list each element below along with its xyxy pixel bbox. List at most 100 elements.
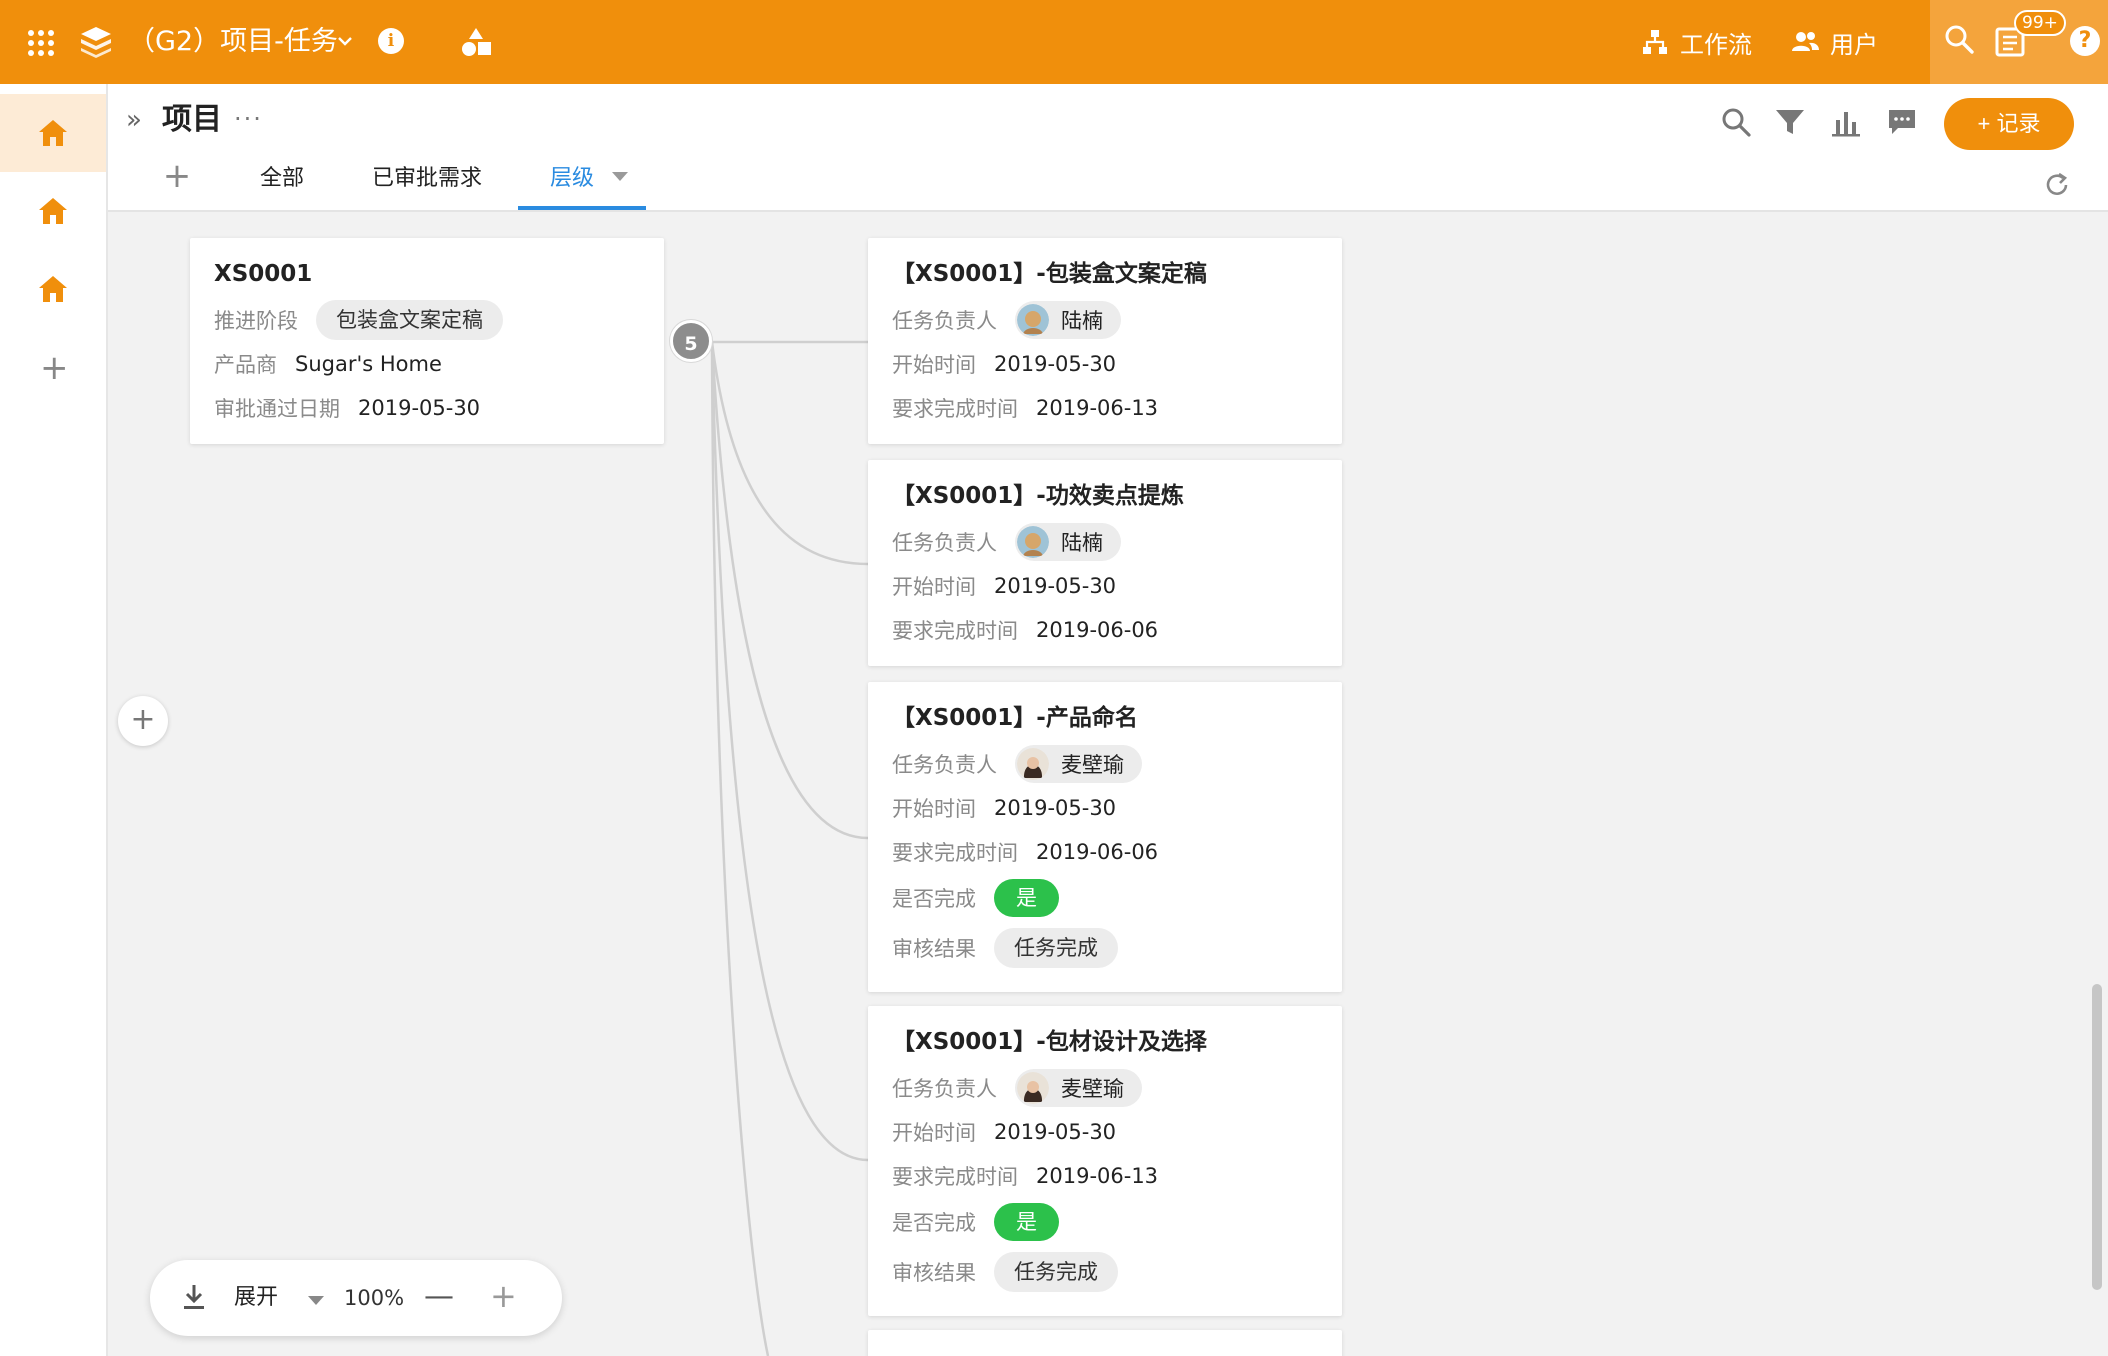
vendor-value: Sugar's Home	[295, 352, 442, 376]
rail-item-home-1[interactable]	[0, 94, 106, 172]
users-button[interactable]: 用户	[1790, 24, 1878, 60]
expand-mode-select[interactable]: 展开	[234, 1282, 278, 1314]
task-title: 【XS0001】-包装盒文案定稿	[892, 261, 1207, 287]
search-icon[interactable]	[1718, 104, 1754, 140]
chevron-down-icon[interactable]	[334, 30, 356, 52]
user-pill[interactable]: 陆楠	[1015, 301, 1121, 339]
due-value: 2019-06-13	[1036, 396, 1159, 420]
due-row: 要求完成时间 2019-06-06	[892, 610, 1158, 650]
owner-label: 任务负责人	[892, 531, 997, 555]
owner-name: 麦壁瑜	[1061, 1077, 1124, 1101]
rail-item-home-3[interactable]	[0, 250, 106, 328]
zoom-out-button[interactable]: —	[424, 1280, 454, 1314]
start-row: 开始时间 2019-05-30	[892, 344, 1116, 384]
due-value: 2019-06-06	[1036, 840, 1159, 864]
left-rail: +	[0, 84, 108, 1356]
tab-all[interactable]: 全部	[260, 164, 304, 194]
expand-sidebar-icon[interactable]: »	[126, 106, 154, 134]
avatar	[1017, 1072, 1049, 1104]
view-header: » 项目 ··· + 记录 + 全部 已审批需求 层级	[108, 84, 2108, 212]
connector-line	[710, 341, 869, 566]
task-card[interactable]: 【XS0001】-产品命名 任务负责人 麦壁瑜 开始时间 2019-05-30 …	[868, 682, 1342, 992]
zoom-in-button[interactable]: +	[490, 1278, 517, 1314]
shapes-icon[interactable]	[460, 26, 492, 58]
tab-hierarchy[interactable]: 层级	[550, 164, 594, 194]
owner-row: 任务负责人 陆楠	[892, 300, 1121, 340]
vertical-scrollbar[interactable]	[2092, 984, 2102, 1290]
home-icon	[39, 198, 67, 224]
chevron-down-icon[interactable]	[308, 1296, 324, 1305]
due-row: 要求完成时间 2019-06-13	[892, 388, 1158, 428]
add-node-button[interactable]: +	[118, 696, 168, 746]
more-icon[interactable]: ···	[234, 104, 263, 134]
child-count-badge[interactable]: 5	[670, 320, 712, 362]
vendor-row: 产品商 Sugar's Home	[214, 344, 442, 384]
start-label: 开始时间	[892, 353, 976, 377]
owner-row: 任务负责人 陆楠	[892, 522, 1121, 562]
vendor-label: 产品商	[214, 353, 277, 377]
start-row: 开始时间 2019-05-30	[892, 1112, 1116, 1152]
user-pill[interactable]: 陆楠	[1015, 523, 1121, 561]
start-label: 开始时间	[892, 575, 976, 599]
users-label: 用户	[1830, 30, 1878, 59]
home-icon	[39, 120, 67, 146]
info-icon[interactable]: i	[378, 28, 404, 54]
due-row: 要求完成时间 2019-06-06	[892, 832, 1158, 872]
search-icon[interactable]	[1942, 22, 1976, 56]
page-title: 项目	[162, 102, 222, 137]
help-icon[interactable]: ?	[2070, 26, 2100, 56]
workflow-button[interactable]: 工作流	[1640, 24, 1752, 60]
zoom-toolbar: 展开 100% — +	[150, 1260, 562, 1336]
add-tab-button[interactable]: +	[162, 159, 192, 193]
user-pill[interactable]: 麦壁瑜	[1015, 745, 1142, 783]
owner-name: 陆楠	[1061, 531, 1103, 555]
due-value: 2019-06-13	[1036, 1164, 1159, 1188]
task-card[interactable]: 【XS0001】-包装盒文案定稿 任务负责人 陆楠 开始时间 2019-05-3…	[868, 238, 1342, 444]
stage-label: 推进阶段	[214, 309, 298, 333]
chart-icon[interactable]	[1828, 104, 1864, 140]
users-icon	[1792, 32, 1819, 51]
home-icon	[39, 276, 67, 302]
due-label: 要求完成时间	[892, 397, 1018, 421]
parent-title: XS0001	[214, 261, 313, 287]
approve-row: 审批通过日期 2019-05-30	[214, 388, 480, 428]
refresh-icon[interactable]	[2042, 170, 2072, 200]
rail-add-button[interactable]: +	[40, 351, 69, 385]
review-label: 审核结果	[892, 937, 976, 961]
connector-line	[710, 341, 869, 840]
tab-approved-requests[interactable]: 已审批需求	[372, 164, 482, 194]
top-bar: （G2）项目-任务 i 工作流 用户 99+ ?	[0, 0, 2108, 84]
workflow-label: 工作流	[1680, 30, 1752, 59]
tab-dropdown-icon[interactable]	[612, 172, 628, 181]
owner-label: 任务负责人	[892, 1077, 997, 1101]
hierarchy-canvas[interactable]: XS0001 推进阶段 包装盒文案定稿 产品商 Sugar's Home 审批通…	[108, 212, 2088, 1356]
workflow-icon	[1643, 30, 1667, 54]
review-row: 审核结果 任务完成	[892, 1252, 1118, 1292]
download-icon[interactable]	[180, 1282, 208, 1312]
connector-line	[710, 341, 770, 1356]
app-grid-icon[interactable]	[28, 30, 54, 56]
due-label: 要求完成时间	[892, 619, 1018, 643]
avatar	[1017, 304, 1049, 336]
review-pill: 任务完成	[994, 1252, 1118, 1292]
start-value: 2019-05-30	[994, 796, 1117, 820]
filter-icon[interactable]	[1772, 104, 1808, 140]
approve-label: 审批通过日期	[214, 397, 340, 421]
start-label: 开始时间	[892, 1121, 976, 1145]
add-record-button[interactable]: + 记录	[1944, 98, 2074, 150]
app-title[interactable]: （G2）项目-任务	[128, 24, 338, 60]
done-status-badge: 是	[994, 879, 1059, 917]
start-value: 2019-05-30	[994, 1120, 1117, 1144]
done-row: 是否完成 是	[892, 878, 1059, 918]
task-card-partial[interactable]	[868, 1330, 1342, 1356]
comment-icon[interactable]	[1884, 104, 1920, 140]
owner-name: 麦壁瑜	[1061, 753, 1124, 777]
task-title: 【XS0001】-产品命名	[892, 705, 1138, 731]
user-pill[interactable]: 麦壁瑜	[1015, 1069, 1142, 1107]
parent-card[interactable]: XS0001 推进阶段 包装盒文案定稿 产品商 Sugar's Home 审批通…	[190, 238, 664, 444]
rail-item-home-2[interactable]	[0, 172, 106, 250]
owner-name: 陆楠	[1061, 309, 1103, 333]
task-card[interactable]: 【XS0001】-功效卖点提炼 任务负责人 陆楠 开始时间 2019-05-30…	[868, 460, 1342, 666]
task-card[interactable]: 【XS0001】-包材设计及选择 任务负责人 麦壁瑜 开始时间 2019-05-…	[868, 1006, 1342, 1316]
approve-value: 2019-05-30	[358, 396, 481, 420]
